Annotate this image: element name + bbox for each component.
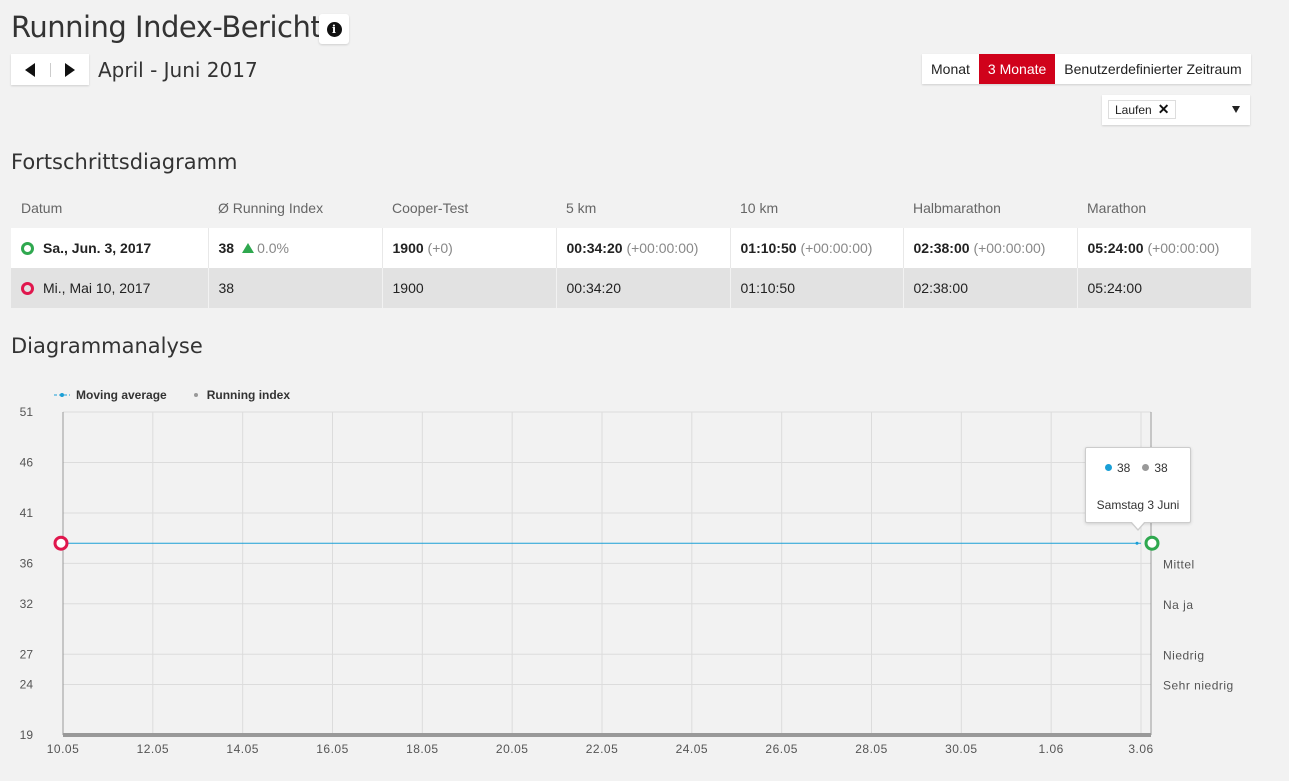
close-icon[interactable]: ✕: [1158, 101, 1170, 118]
tooltip-date: Samstag 3 Juni: [1096, 498, 1180, 512]
zone-label: Mittel: [1163, 557, 1195, 571]
period-navigation: [11, 54, 89, 85]
table-row[interactable]: Mi., Mai 10, 2017 38 1900 00:34:20 01:10…: [11, 268, 1251, 308]
info-icon: i: [326, 21, 342, 37]
x-tick-label: 22.05: [586, 742, 619, 756]
date-cell: Mi., Mai 10, 2017: [11, 268, 209, 308]
caret-down-icon[interactable]: [1232, 106, 1240, 113]
y-tick-label: 41: [20, 506, 34, 520]
half-marathon-cell: 02:38:00: [903, 268, 1078, 308]
info-button[interactable]: i: [319, 14, 349, 44]
x-tick-label: 1.06: [1038, 742, 1063, 756]
x-tick-label: 26.05: [765, 742, 798, 756]
progress-section-title: Fortschrittsdiagramm: [11, 150, 238, 174]
sport-tag-label: Laufen: [1115, 102, 1152, 117]
sport-filter-select[interactable]: Laufen ✕: [1102, 95, 1250, 125]
table-row[interactable]: Sa., Jun. 3, 2017 38 0.0% 1900 (+0) 00:34…: [11, 228, 1251, 268]
chart-tooltip: 38 38 Samstag 3 Juni: [1085, 447, 1191, 531]
date-cell: Sa., Jun. 3, 2017: [11, 228, 209, 268]
y-tick-label: 27: [20, 647, 34, 661]
circle-marker-icon: [21, 282, 34, 295]
x-tick-label: 28.05: [855, 742, 888, 756]
data-point-marker: [53, 535, 69, 551]
sport-tag: Laufen ✕: [1108, 100, 1177, 119]
running-index-cell: 38: [208, 268, 383, 308]
table-header-row: Datum Ø Running Index Cooper-Test 5 km 1…: [11, 188, 1251, 228]
range-custom-button[interactable]: Benutzerdefinierter Zeitraum: [1055, 54, 1250, 84]
circle-marker-icon: [21, 242, 34, 255]
x-tick-label: 10.05: [47, 742, 80, 756]
zone-label: Niedrig: [1163, 648, 1205, 662]
x-tick-label: 18.05: [406, 742, 439, 756]
column-header: Marathon: [1087, 200, 1147, 216]
x-tick-label: 16.05: [316, 742, 349, 756]
line-dot-icon: [54, 393, 70, 397]
column-header: Cooper-Test: [392, 200, 469, 216]
column-header: Halbmarathon: [913, 200, 1001, 216]
column-header: 10 km: [740, 200, 779, 216]
5km-cell: 00:34:20: [556, 268, 731, 308]
x-tick-label: 20.05: [496, 742, 529, 756]
x-tick-label: 30.05: [945, 742, 978, 756]
range-selector: Monat 3 Monate Benutzerdefinierter Zeitr…: [922, 54, 1251, 84]
previous-period-button[interactable]: [11, 54, 50, 85]
trend-up-icon: [242, 243, 255, 253]
column-header: Ø Running Index: [218, 200, 324, 216]
tooltip-values: 38 38: [1105, 461, 1168, 475]
arrow-right-icon: [64, 62, 75, 77]
y-tick-label: 19: [20, 728, 34, 742]
period-label: April - Juni 2017: [98, 58, 258, 82]
marathon-cell: 05:24:00 (+00:00:00): [1077, 228, 1251, 268]
cooper-cell: 1900 (+0): [382, 228, 557, 268]
half-marathon-cell: 02:38:00 (+00:00:00): [903, 228, 1078, 268]
10km-cell: 01:10:50: [730, 268, 904, 308]
progress-table: Datum Ø Running Index Cooper-Test 5 km 1…: [11, 188, 1251, 308]
y-tick-label: 46: [20, 455, 34, 469]
x-tick-label: 12.05: [137, 742, 170, 756]
tooltip-running-index: 38: [1142, 461, 1168, 475]
data-point-marker: [1144, 535, 1160, 551]
arrow-left-icon: [25, 62, 36, 77]
y-tick-label: 32: [20, 597, 34, 611]
next-period-button[interactable]: [50, 54, 89, 85]
zone-label: Na ja: [1163, 598, 1194, 612]
y-tick-label: 51: [20, 405, 34, 419]
5km-cell: 00:34:20 (+00:00:00): [556, 228, 731, 268]
series-point: [1135, 541, 1139, 545]
x-tick-label: 14.05: [226, 742, 259, 756]
marathon-cell: 05:24:00: [1077, 268, 1251, 308]
x-axis-bar: [63, 733, 1151, 737]
dot-icon: [193, 393, 198, 397]
column-header: 5 km: [566, 200, 597, 216]
y-tick-label: 24: [20, 678, 34, 692]
x-tick-label: 24.05: [676, 742, 709, 756]
10km-cell: 01:10:50 (+00:00:00): [730, 228, 904, 268]
column-header: Datum: [21, 200, 63, 216]
analysis-section-title: Diagrammanalyse: [11, 334, 203, 358]
cooper-cell: 1900: [382, 268, 557, 308]
tooltip-moving-average: 38: [1105, 461, 1130, 475]
range-3-months-button[interactable]: 3 Monate: [978, 54, 1056, 84]
page-title: Running Index-Bericht: [11, 10, 322, 44]
x-tick-label: 3.06: [1128, 742, 1153, 756]
zone-label: Sehr niedrig: [1163, 679, 1234, 693]
running-index-cell: 38 0.0%: [208, 228, 383, 268]
range-month-button[interactable]: Monat: [922, 54, 979, 84]
y-tick-label: 36: [20, 556, 34, 570]
